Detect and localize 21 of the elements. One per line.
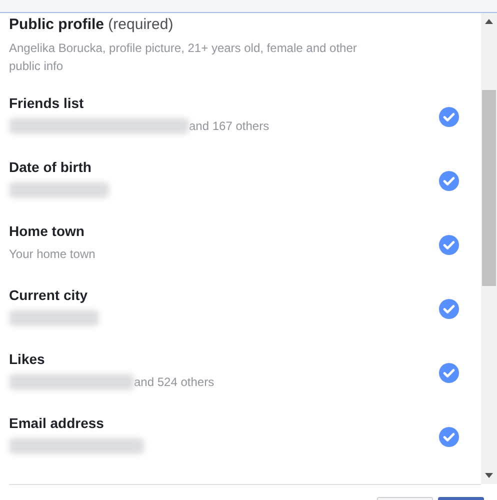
permission-title: Public profile (required) — [9, 15, 174, 35]
permission-title: Likes — [9, 350, 46, 368]
permission-detail: Your home town — [9, 247, 96, 261]
permission-title: Date of birth — [9, 158, 92, 176]
scrollbar[interactable] — [481, 13, 497, 484]
permission-detail: Angelika Borucka, profile picture, 21+ years old, female and other public info — [9, 40, 358, 75]
checkmark-icon[interactable] — [439, 363, 459, 383]
permission-title: Friends list — [9, 94, 85, 112]
checkmark-icon[interactable] — [439, 235, 459, 255]
permission-title: Home town — [9, 222, 86, 240]
permission-detail: and 524 others — [134, 375, 214, 389]
scrollbar-thumb[interactable] — [482, 90, 496, 286]
permission-title: Current city — [9, 286, 89, 304]
permission-detail: and 167 others — [189, 119, 270, 133]
checkmark-icon[interactable] — [439, 299, 459, 319]
checkmark-icon[interactable] — [439, 171, 459, 191]
permission-title: Email address — [9, 414, 105, 432]
scroll-down-icon[interactable] — [485, 473, 493, 478]
checkmark-icon[interactable] — [439, 427, 459, 447]
scroll-up-icon[interactable] — [485, 19, 493, 24]
checkmark-icon[interactable] — [439, 107, 459, 127]
